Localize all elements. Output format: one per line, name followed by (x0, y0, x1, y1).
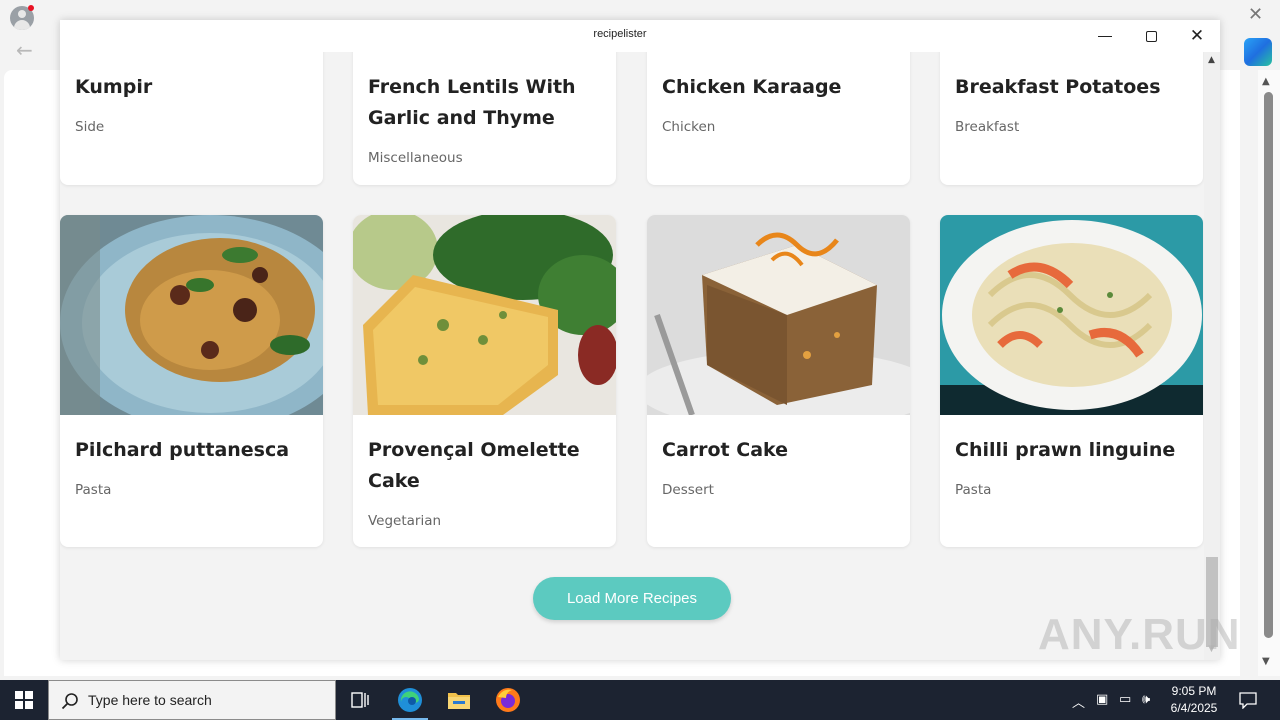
recipe-card[interactable]: Chicken Karaage Chicken (647, 52, 910, 185)
folder-icon (448, 693, 470, 709)
recipe-category: Dessert (662, 482, 714, 498)
notification-button[interactable] (1228, 680, 1268, 720)
chevron-up-icon[interactable]: ︿ (1072, 692, 1085, 711)
recipe-card[interactable]: Provençal Omelette Cake Vegetarian (353, 215, 616, 547)
minimize-icon (1098, 35, 1112, 37)
recipe-grid: Kumpir Side French Lentils With Garlic a… (60, 52, 1220, 660)
search-icon (61, 693, 78, 710)
omelette-slice-photo (353, 215, 616, 415)
file-explorer-button[interactable] (435, 680, 483, 720)
recipe-card[interactable]: Kumpir Side (60, 52, 323, 185)
recipe-title: Pilchard puttanesca (75, 439, 290, 461)
recipe-card[interactable]: Chilli prawn linguine Pasta (940, 215, 1203, 547)
carrot-cake-photo (647, 215, 910, 415)
edge-taskbar-button[interactable] (386, 680, 434, 720)
clock-time[interactable]: 9:05 PM (1164, 684, 1224, 698)
close-icon: ✕ (1189, 25, 1205, 46)
taskbar: Type here to search ︿ ▣ ▭ 🕪 9:05 PM 6/4/… (0, 680, 1280, 720)
scroll-down-arrow-icon[interactable]: ▼ (1262, 656, 1270, 667)
network-icon[interactable]: ▭ (1119, 692, 1131, 707)
edge-icon (398, 688, 422, 712)
recipe-title: Kumpir (75, 76, 153, 98)
search-placeholder: Type here to search (88, 692, 212, 708)
recipe-category: Breakfast (955, 119, 1020, 135)
recipe-category: Side (75, 119, 105, 135)
meet-now-icon[interactable]: ▣ (1096, 692, 1108, 707)
recipe-title: Carrot Cake (662, 439, 789, 461)
close-window-button[interactable]: ✕ (1174, 20, 1220, 52)
prawn-linguine-photo (940, 215, 1203, 415)
recipe-card[interactable]: French Lentils With Garlic and Thyme Mis… (353, 52, 616, 185)
recipe-card[interactable]: Breakfast Potatoes Breakfast (940, 52, 1203, 185)
minimize-button[interactable] (1082, 20, 1128, 52)
recipelister-window: recipelister ✕ Kumpir Side French Lentil… (60, 20, 1220, 660)
recipe-card[interactable]: Pilchard puttanesca Pasta (60, 215, 323, 547)
recipe-title: Provençal Omelette Cake (368, 439, 580, 492)
clock-date[interactable]: 6/4/2025 (1164, 701, 1224, 715)
recipe-category: Vegetarian (368, 513, 442, 529)
recipe-category: Chicken (662, 119, 716, 135)
volume-icon[interactable]: 🕪 (1142, 692, 1150, 707)
recipe-title: Breakfast Potatoes (955, 76, 1161, 98)
recipe-title: Chicken Karaage (662, 76, 842, 98)
back-arrow-icon[interactable]: ← (16, 38, 33, 62)
close-icon[interactable]: ✕ (1248, 4, 1263, 25)
firefox-button[interactable] (484, 680, 532, 720)
load-more-button[interactable]: Load More Recipes (533, 577, 731, 620)
recipe-category: Pasta (955, 482, 992, 498)
maximize-button[interactable] (1128, 20, 1174, 52)
recipe-category: Pasta (75, 482, 112, 498)
task-view-button[interactable] (336, 680, 384, 720)
scroll-up-arrow-icon[interactable]: ▲ (1262, 76, 1270, 87)
window-title: recipelister (593, 28, 647, 40)
recipe-category: Miscellaneous (368, 150, 463, 166)
maximize-icon (1145, 30, 1157, 42)
windows-logo-icon (15, 691, 33, 709)
recipe-title: French Lentils With Garlic and Thyme (368, 76, 576, 129)
notification-icon (1239, 692, 1257, 709)
taskbar-search-box[interactable]: Type here to search (48, 680, 336, 720)
copilot-icon[interactable] (1244, 38, 1272, 66)
start-button[interactable] (0, 680, 48, 720)
title-bar: recipelister ✕ (60, 20, 1220, 52)
recipe-title: Chilli prawn linguine (955, 439, 1176, 461)
recipe-card[interactable]: Carrot Cake Dessert (647, 215, 910, 547)
task-view-icon (351, 692, 369, 708)
browser-scroll-thumb[interactable] (1264, 92, 1273, 638)
pasta-plate-photo (60, 215, 323, 415)
firefox-icon (496, 688, 520, 712)
profile-notification-dot (28, 5, 34, 11)
watermark: ANY.RUN (1038, 610, 1241, 659)
scroll-up-arrow-icon[interactable]: ▲ (1208, 55, 1215, 65)
